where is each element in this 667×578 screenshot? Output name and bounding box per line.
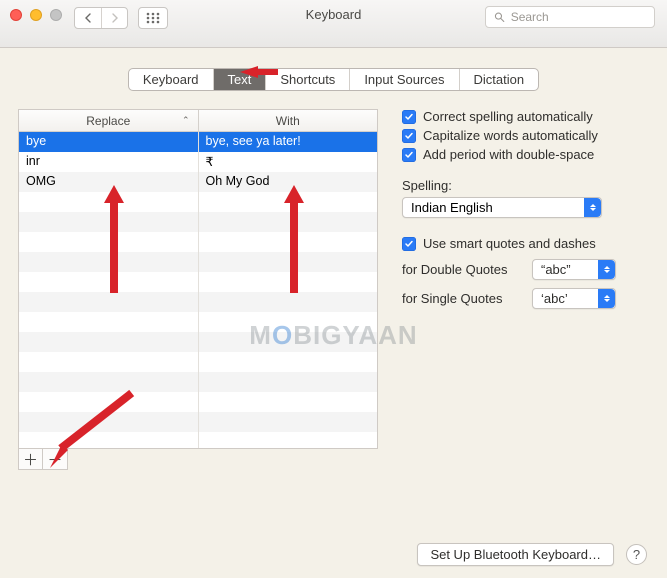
plus-icon: ＋ [23,449,38,470]
search-icon [494,11,505,23]
tab-dictation[interactable]: Dictation [460,69,539,90]
grid-icon [146,12,160,24]
minimize-window-button[interactable] [30,9,42,21]
double-quotes-popup[interactable]: “abc” [532,259,616,280]
tab-shortcuts[interactable]: Shortcuts [266,69,350,90]
smart-quotes-label: Use smart quotes and dashes [423,236,596,251]
show-all-button[interactable] [138,7,168,29]
cell-with[interactable]: ₹ [199,152,378,172]
checkbox-checked-icon [402,110,416,124]
column-replace[interactable]: Replace ⌃ [19,110,199,131]
tabs-container: Keyboard Text Shortcuts Input Sources Di… [18,68,649,91]
search-field[interactable] [485,6,655,28]
back-button[interactable] [75,8,101,28]
popup-arrows-icon [598,260,615,279]
popup-arrows-icon [598,289,615,308]
cell-replace[interactable]: bye [19,132,199,152]
tab-text[interactable]: Text [214,69,267,90]
column-with[interactable]: With [199,110,378,131]
capitalize-words-label: Capitalize words automatically [423,128,598,143]
cell-replace[interactable]: OMG [19,172,199,192]
zoom-window-button[interactable] [50,9,62,21]
remove-button[interactable]: － [43,449,67,469]
single-quotes-value: ‘abc’ [541,291,568,306]
cell-with[interactable]: Oh My God [199,172,378,192]
search-input[interactable] [511,10,646,24]
spelling-label: Spelling: [402,178,649,193]
checkbox-checked-icon [402,129,416,143]
column-replace-label: Replace [86,114,130,128]
bluetooth-keyboard-button[interactable]: Set Up Bluetooth Keyboard… [417,543,614,566]
add-period-label: Add period with double-space [423,147,594,162]
tabbar: Keyboard Text Shortcuts Input Sources Di… [128,68,539,91]
smart-quotes-checkbox[interactable]: Use smart quotes and dashes [402,236,649,251]
checkbox-checked-icon [402,148,416,162]
replacements-table[interactable]: Replace ⌃ With bye bye, see ya later! in… [18,109,378,449]
capitalize-words-checkbox[interactable]: Capitalize words automatically [402,128,649,143]
popup-arrows-icon [584,198,601,217]
nav-buttons [74,7,128,29]
spelling-value: Indian English [411,200,493,215]
add-period-checkbox[interactable]: Add period with double-space [402,147,649,162]
help-icon: ? [633,547,640,562]
double-quotes-label: for Double Quotes [402,262,522,277]
footer: Set Up Bluetooth Keyboard… ? [417,543,647,566]
correct-spelling-checkbox[interactable]: Correct spelling automatically [402,109,649,124]
traffic-lights [10,9,62,21]
help-button[interactable]: ? [626,544,647,565]
tab-input-sources[interactable]: Input Sources [350,69,459,90]
add-remove-buttons: ＋ － [18,449,68,470]
forward-button[interactable] [101,8,127,28]
options-panel: Correct spelling automatically Capitaliz… [402,109,649,309]
cell-replace[interactable]: inr [19,152,199,172]
correct-spelling-label: Correct spelling automatically [423,109,593,124]
single-quotes-popup[interactable]: ‘abc’ [532,288,616,309]
single-quotes-label: for Single Quotes [402,291,522,306]
sort-indicator-icon: ⌃ [182,115,190,126]
cell-with[interactable]: bye, see ya later! [199,132,378,152]
add-button[interactable]: ＋ [19,449,43,469]
double-quotes-value: “abc” [541,262,571,277]
spelling-popup[interactable]: Indian English [402,197,602,218]
close-window-button[interactable] [10,9,22,21]
table-body[interactable]: bye bye, see ya later! inr ₹ OMG Oh My G… [19,132,377,448]
tab-keyboard[interactable]: Keyboard [129,69,214,90]
column-with-label: With [276,114,300,128]
minus-icon: － [47,449,62,470]
titlebar: Keyboard [0,0,667,48]
checkbox-checked-icon [402,237,416,251]
table-header: Replace ⌃ With [19,110,377,132]
